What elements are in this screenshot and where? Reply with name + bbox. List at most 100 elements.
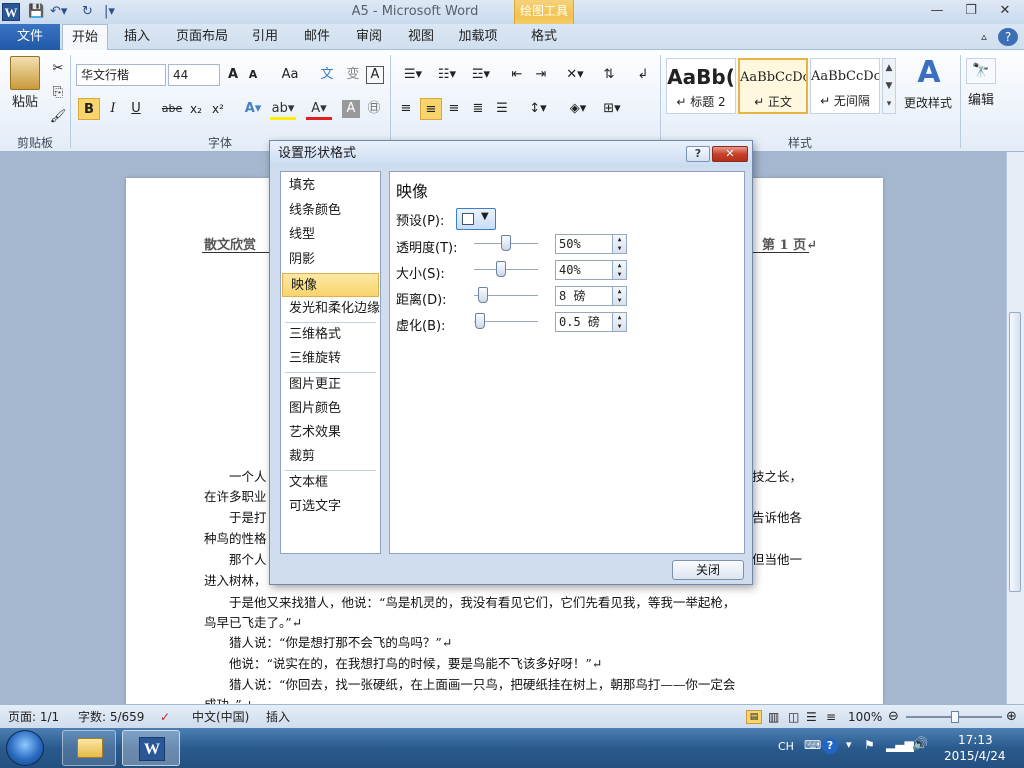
proofing-icon[interactable]: ✓ xyxy=(160,705,170,729)
scrollbar-thumb[interactable] xyxy=(1009,312,1021,592)
styles-scroll-icon[interactable]: ▲ ▼ ▾ xyxy=(882,58,896,114)
font-size-combo[interactable]: 44 xyxy=(168,64,220,86)
tab-format[interactable]: 格式 xyxy=(514,24,574,50)
spinner-arrows-icon[interactable]: ▲ ▼ xyxy=(612,261,626,279)
nav-shadow[interactable]: 阴影 xyxy=(281,248,380,272)
align-center-icon[interactable]: ≡ xyxy=(420,98,442,120)
size-spinner[interactable]: 40% ▲ ▼ xyxy=(555,260,627,280)
nav-alt-text[interactable]: 可选文字 xyxy=(281,495,380,519)
italic-button[interactable]: I xyxy=(104,98,122,120)
tab-references[interactable]: 引用 xyxy=(242,24,288,50)
network-icon[interactable]: ▂▄▆ xyxy=(886,738,914,752)
paste-button[interactable]: 粘贴 xyxy=(6,92,44,114)
transparency-spinner[interactable]: 50% ▲ ▼ xyxy=(555,234,627,254)
spinner-arrows-icon[interactable]: ▲ ▼ xyxy=(612,313,626,331)
font-color-icon[interactable]: A▾ xyxy=(306,98,332,120)
taskbar-word[interactable]: W xyxy=(122,730,180,766)
restore-icon[interactable]: ❐ xyxy=(958,2,984,20)
outline-view-icon[interactable]: ☰ xyxy=(806,705,817,729)
distance-slider-thumb[interactable] xyxy=(478,287,488,303)
phonetic-guide-icon[interactable]: 文 xyxy=(316,64,338,86)
tab-review[interactable]: 审阅 xyxy=(346,24,392,50)
strikethrough-button[interactable]: abe xyxy=(160,98,184,120)
bullets-icon[interactable]: ☰▾ xyxy=(398,64,428,86)
tab-page-layout[interactable]: 页面布局 xyxy=(170,24,234,50)
close-button[interactable]: 关闭 xyxy=(672,560,744,580)
help-tray-icon[interactable]: ? xyxy=(822,738,838,754)
minimize-icon[interactable]: — xyxy=(924,2,950,20)
nav-3d-rotation[interactable]: 三维旋转 xyxy=(281,347,380,371)
web-layout-icon[interactable]: ◫ xyxy=(788,705,799,729)
transparency-slider-thumb[interactable] xyxy=(501,235,511,251)
enclose-char-icon[interactable]: ㊐ xyxy=(364,98,384,120)
word-app-icon[interactable]: W xyxy=(2,3,20,21)
close-icon[interactable]: ✕ xyxy=(992,2,1018,20)
nav-text-box[interactable]: 文本框 xyxy=(281,471,380,495)
word-count[interactable]: 字数: 5/659 xyxy=(78,705,144,729)
clock-time[interactable]: 17:13 xyxy=(958,733,993,747)
sort-icon[interactable]: ⇅ xyxy=(598,64,620,86)
shading-icon[interactable]: ◈▾ xyxy=(564,98,592,120)
print-layout-icon[interactable]: ▤ xyxy=(746,710,762,724)
nav-line-style[interactable]: 线型 xyxy=(281,223,380,247)
customize-qat-icon[interactable]: |▾ xyxy=(104,4,115,20)
full-screen-reading-icon[interactable]: ▥ xyxy=(768,705,779,729)
clear-format-icon[interactable]: 变 xyxy=(342,64,364,86)
zoom-in-icon[interactable]: ⊕ xyxy=(1006,705,1017,729)
decrease-indent-icon[interactable]: ⇤ xyxy=(506,64,528,86)
dialog-close-icon[interactable]: ✕ xyxy=(712,146,748,162)
language-indicator[interactable]: 中文(中国) xyxy=(192,705,249,729)
page-count[interactable]: 页面: 1/1 xyxy=(8,705,59,729)
insert-mode[interactable]: 插入 xyxy=(266,705,290,729)
distance-spinner[interactable]: 8 磅 ▲ ▼ xyxy=(555,286,627,306)
text-effects-icon[interactable]: A▾ xyxy=(240,98,266,120)
change-styles-icon[interactable]: A xyxy=(906,56,952,90)
collapse-ribbon-icon[interactable]: ▵ xyxy=(974,24,994,50)
tray-expand-icon[interactable]: ▾ xyxy=(846,738,852,751)
draft-view-icon[interactable]: ≡ xyxy=(826,705,836,729)
subscript-button[interactable]: x₂ xyxy=(186,98,206,120)
nav-line-color[interactable]: 线条颜色 xyxy=(281,199,380,223)
grow-font-icon[interactable]: A xyxy=(224,64,242,86)
tab-home[interactable]: 开始 xyxy=(62,24,108,51)
taskbar-explorer[interactable] xyxy=(62,730,116,766)
nav-3d-format[interactable]: 三维格式 xyxy=(281,323,380,347)
chinese-layout-icon[interactable]: ✕▾ xyxy=(560,64,590,86)
font-name-combo[interactable]: 华文行楷 xyxy=(76,64,166,86)
nav-reflection[interactable]: 映像 xyxy=(282,273,379,297)
tab-file[interactable]: 文件 xyxy=(0,24,60,50)
underline-button[interactable]: U xyxy=(126,98,146,120)
justify-icon[interactable]: ≣ xyxy=(468,98,488,120)
zoom-out-icon[interactable]: ⊖ xyxy=(888,705,899,729)
keyboard-icon[interactable]: ⌨ xyxy=(804,738,821,752)
nav-crop[interactable]: 裁剪 xyxy=(281,445,380,469)
find-icon[interactable]: 🔭 xyxy=(966,58,996,84)
numbering-icon[interactable]: ☷▾ xyxy=(432,64,462,86)
nav-fill[interactable]: 填充 xyxy=(281,174,380,198)
distributed-icon[interactable]: ☰ xyxy=(492,98,512,120)
help-icon[interactable]: ? xyxy=(998,28,1018,46)
format-painter-icon[interactable]: 🖌 xyxy=(48,106,68,128)
redo-icon[interactable]: ↻ xyxy=(82,4,93,20)
editing-button[interactable]: 编辑 xyxy=(962,90,1000,112)
tab-addins[interactable]: 加载项 xyxy=(450,24,506,50)
blur-spinner[interactable]: 0.5 磅 ▲ ▼ xyxy=(555,312,627,332)
nav-artistic-effects[interactable]: 艺术效果 xyxy=(281,421,380,445)
change-styles-button[interactable]: 更改样式 xyxy=(900,92,956,114)
style-no-spacing[interactable]: AaBbCcDc ↵ 无间隔 xyxy=(810,58,880,114)
vertical-scrollbar[interactable] xyxy=(1006,152,1024,704)
nav-picture-corrections[interactable]: 图片更正 xyxy=(281,373,380,397)
char-border-icon[interactable]: A xyxy=(366,66,384,84)
superscript-button[interactable]: x² xyxy=(208,98,228,120)
cut-icon[interactable]: ✂ xyxy=(48,58,68,80)
change-case-icon[interactable]: Aa xyxy=(276,64,304,86)
paste-icon[interactable] xyxy=(10,56,40,90)
zoom-level[interactable]: 100% xyxy=(848,705,882,729)
align-left-icon[interactable]: ≡ xyxy=(396,98,416,120)
start-button-icon[interactable] xyxy=(6,730,44,766)
style-heading2[interactable]: AaBb( ↵ 标题 2 xyxy=(666,58,736,114)
tab-view[interactable]: 视图 xyxy=(398,24,444,50)
preset-dropdown[interactable]: ▼ xyxy=(456,208,496,230)
size-slider-thumb[interactable] xyxy=(496,261,506,277)
flag-icon[interactable]: ⚑ xyxy=(864,738,875,752)
